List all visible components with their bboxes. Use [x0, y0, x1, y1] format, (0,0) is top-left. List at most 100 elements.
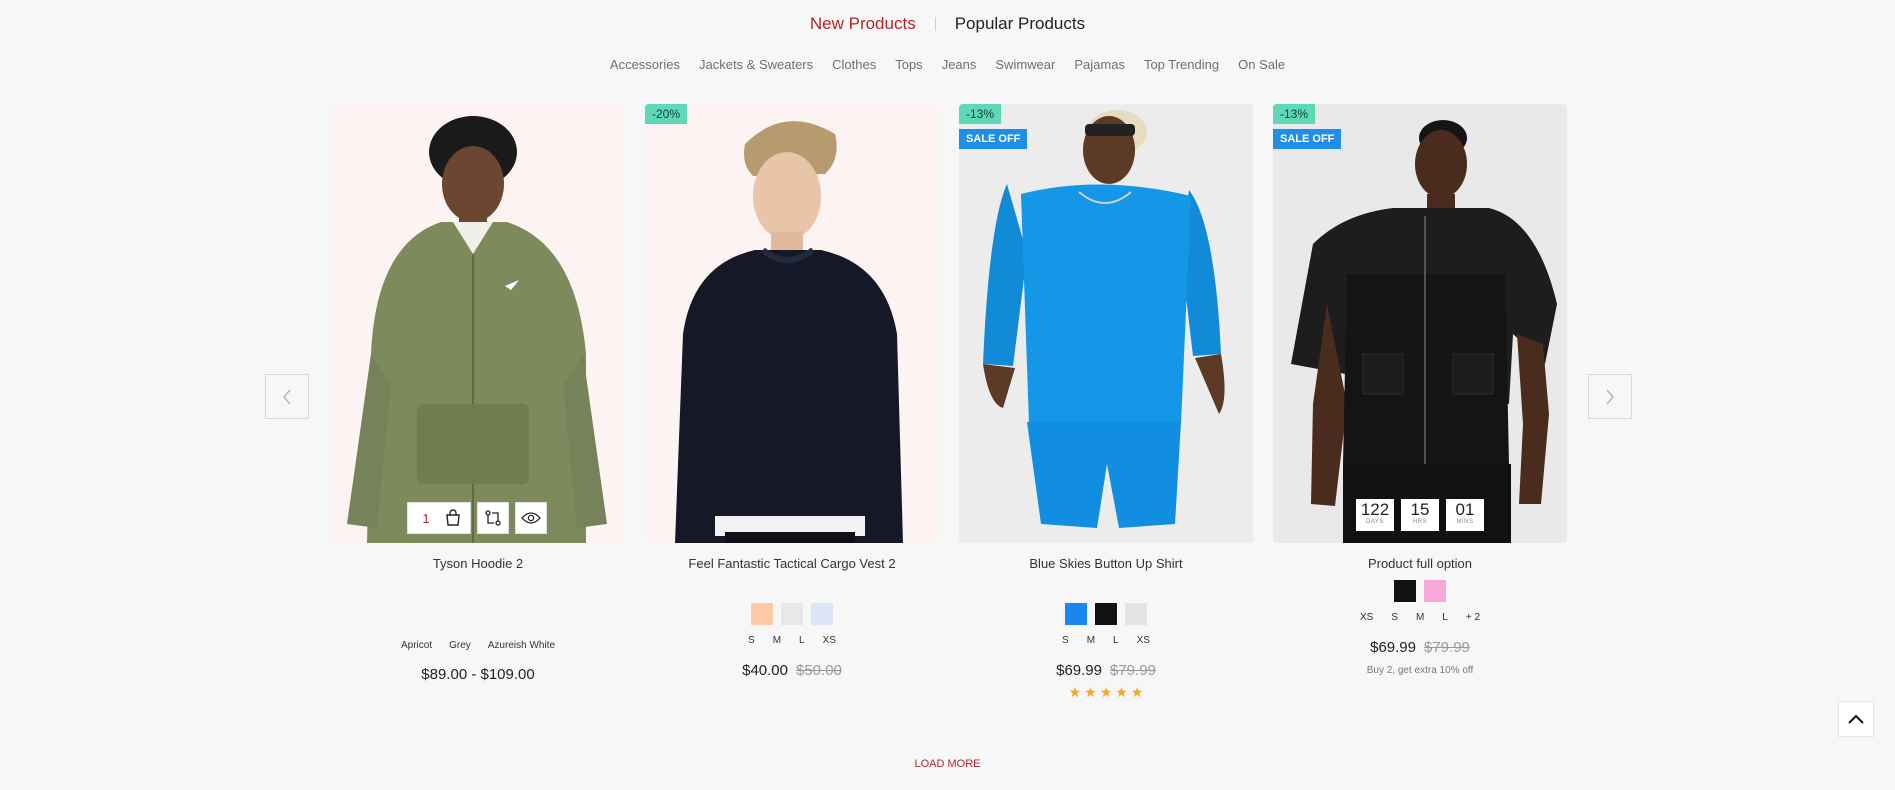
color-swatch-azureish-white[interactable]: [811, 603, 833, 625]
color-swatch-grey[interactable]: [1125, 603, 1147, 625]
category-tops[interactable]: Tops: [895, 57, 922, 72]
size-xs[interactable]: XS: [1360, 612, 1373, 623]
countdown-hours-value: 15: [1410, 500, 1430, 519]
product-image[interactable]: -20%: [645, 104, 939, 543]
countdown-timer: 122 DAYS 15 HRS 01 MINS: [1356, 499, 1484, 531]
star-icon: ★: [1099, 684, 1113, 700]
variant-grey[interactable]: Grey: [449, 640, 471, 651]
category-pajamas[interactable]: Pajamas: [1074, 57, 1125, 72]
color-swatch-apricot[interactable]: [751, 603, 773, 625]
current-price: $40.00: [742, 662, 788, 679]
carousel-prev-button[interactable]: [265, 374, 309, 419]
category-clothes[interactable]: Clothes: [832, 57, 876, 72]
size-l[interactable]: L: [799, 635, 805, 646]
product-card: -13% SALE OFF 122 DAYS 15 HRS 01 MINS Pr…: [1273, 104, 1567, 676]
quantity-add-to-cart: 1: [407, 502, 471, 534]
category-filter: Accessories Jackets & Sweaters Clothes T…: [0, 57, 1895, 72]
countdown-hours-label: HRS: [1412, 519, 1428, 525]
back-to-top-button[interactable]: [1838, 701, 1874, 737]
carousel-next-button[interactable]: [1588, 374, 1632, 419]
add-to-cart-button[interactable]: [444, 509, 462, 527]
product-image[interactable]: -13% SALE OFF 122 DAYS 15 HRS 01 MINS: [1273, 104, 1567, 543]
discount-badge: -13%: [959, 104, 1002, 124]
chevron-right-icon: [1606, 389, 1614, 404]
product-photo: [331, 104, 625, 543]
variant-options: Apricot Grey Azureish White: [331, 640, 625, 651]
product-photo: [959, 104, 1253, 543]
star-icon: ★: [1084, 684, 1097, 700]
color-swatch-pink[interactable]: [1424, 580, 1446, 602]
countdown-hours: 15 HRS: [1401, 499, 1439, 531]
countdown-days-value: 122: [1360, 500, 1390, 519]
tab-popular-products[interactable]: Popular Products: [936, 14, 1104, 34]
category-jeans[interactable]: Jeans: [942, 57, 977, 72]
category-top-trending[interactable]: Top Trending: [1144, 57, 1219, 72]
category-jackets-sweaters[interactable]: Jackets & Sweaters: [699, 57, 813, 72]
size-xs[interactable]: XS: [823, 635, 836, 646]
color-swatch-black[interactable]: [1394, 580, 1416, 602]
product-card: -13% SALE OFF Blue Skies Button Up Shirt…: [959, 104, 1253, 701]
product-title[interactable]: Blue Skies Button Up Shirt: [959, 556, 1253, 572]
countdown-days: 122 DAYS: [1356, 499, 1394, 531]
product-tabs: New Products Popular Products: [0, 14, 1895, 34]
old-price: $79.99: [1424, 639, 1470, 656]
current-price: $69.99: [1056, 662, 1102, 679]
compare-icon: [485, 510, 501, 526]
color-swatches: [959, 603, 1253, 625]
quick-view-button[interactable]: [515, 502, 547, 534]
shopping-bag-icon: [446, 509, 460, 526]
product-price: $89.00 - $109.00: [421, 666, 535, 683]
load-more-button[interactable]: LOAD MORE: [0, 758, 1895, 770]
variant-azureish-white[interactable]: Azureish White: [488, 640, 555, 651]
product-photo: [645, 104, 939, 543]
product-image[interactable]: -13% SALE OFF: [959, 104, 1253, 543]
color-swatch-black[interactable]: [1095, 603, 1117, 625]
chevron-up-icon: [1848, 714, 1864, 724]
product-actions: 1: [407, 502, 547, 534]
product-image[interactable]: 1: [331, 104, 625, 543]
discount-badge: -20%: [645, 104, 688, 124]
product-title[interactable]: Product full option: [1273, 556, 1567, 572]
compare-button[interactable]: [477, 502, 509, 534]
countdown-days-label: DAYS: [1366, 519, 1384, 525]
size-xs[interactable]: XS: [1137, 635, 1150, 646]
tab-new-products[interactable]: New Products: [791, 14, 935, 34]
product-card: 1 Tyson Hoodie 2 Apricot Grey Azureish W…: [331, 104, 625, 683]
current-price: $69.99: [1370, 639, 1416, 656]
size-l[interactable]: L: [1113, 635, 1119, 646]
old-price: $79.99: [1110, 662, 1156, 679]
size-m[interactable]: M: [1416, 612, 1424, 623]
color-swatches: [1273, 580, 1567, 602]
discount-badge: -13%: [1273, 104, 1316, 124]
product-price: $69.99 $79.99: [1273, 639, 1567, 656]
size-options: XS S M L + 2: [1273, 612, 1567, 623]
size-s[interactable]: S: [1062, 635, 1069, 646]
size-s[interactable]: S: [1391, 612, 1398, 623]
chevron-left-icon: [283, 389, 291, 404]
color-swatch-blue[interactable]: [1065, 603, 1087, 625]
countdown-minutes-value: 01: [1455, 500, 1475, 519]
size-l[interactable]: L: [1442, 612, 1448, 623]
quantity-input[interactable]: 1: [408, 511, 444, 526]
size-options: S M L XS: [645, 635, 939, 646]
variant-apricot[interactable]: Apricot: [401, 640, 432, 651]
sale-off-badge: SALE OFF: [959, 129, 1028, 149]
product-title[interactable]: Tyson Hoodie 2: [331, 556, 625, 572]
star-icon: ★: [1115, 684, 1128, 700]
product-price: $69.99 $79.99: [959, 662, 1253, 679]
category-on-sale[interactable]: On Sale: [1238, 57, 1285, 72]
size-s[interactable]: S: [748, 635, 755, 646]
countdown-minutes-label: MINS: [1456, 519, 1474, 525]
size-m[interactable]: M: [773, 635, 781, 646]
promo-text: Buy 2, get extra 10% off: [1366, 665, 1474, 676]
color-swatches: [645, 603, 939, 625]
size-more[interactable]: + 2: [1466, 612, 1480, 623]
category-swimwear[interactable]: Swimwear: [995, 57, 1055, 72]
size-m[interactable]: M: [1087, 635, 1095, 646]
product-price: $40.00 $50.00: [645, 662, 939, 679]
color-swatch-grey[interactable]: [781, 603, 803, 625]
product-title[interactable]: Feel Fantastic Tactical Cargo Vest 2: [645, 556, 939, 572]
countdown-minutes: 01 MINS: [1446, 499, 1484, 531]
category-accessories[interactable]: Accessories: [610, 57, 680, 72]
star-icon: ★: [1068, 684, 1082, 700]
